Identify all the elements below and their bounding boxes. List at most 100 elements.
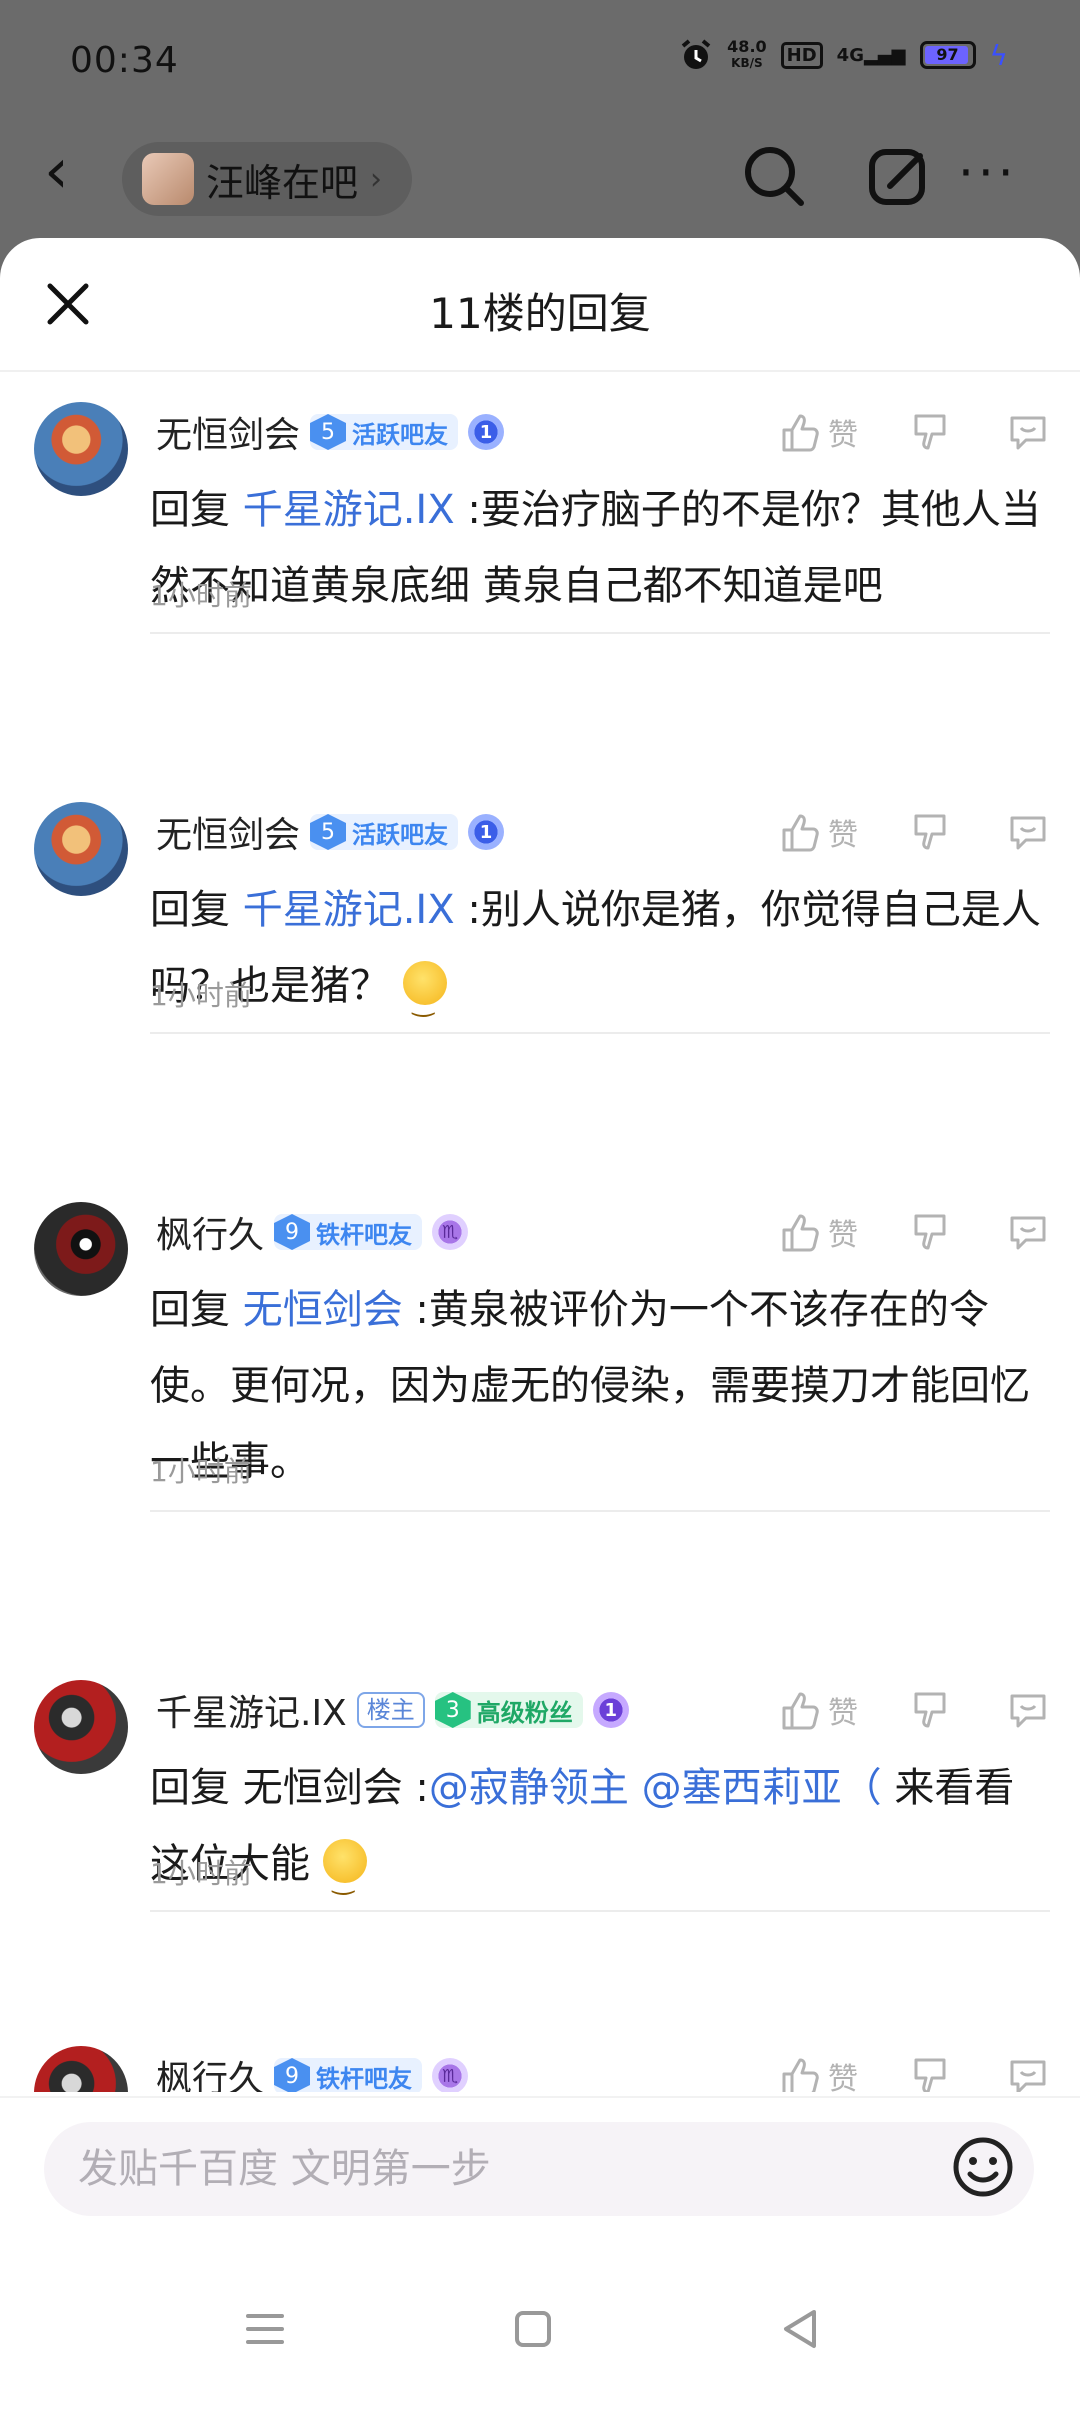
reply-to-link[interactable]: 千星游记.IX: [243, 887, 455, 933]
forum-name: 汪峰在吧: [206, 160, 359, 205]
reply-body: 回复 千星游记.IX :要治疗脑子的不是你？其他人当然不知道黄泉底细 黄泉自己都…: [150, 487, 1041, 609]
username[interactable]: 枫行久: [156, 2050, 264, 2092]
back-icon[interactable]: ‹: [44, 140, 69, 202]
forum-name-pill[interactable]: 汪峰在吧 ›: [122, 142, 413, 216]
status-icons: 48.0 KB/S HD 4G▂▄▆ 97 ϟ: [679, 38, 1008, 72]
reply-body: 回复 无恒剑会 :黄泉被评价为一个不该存在的令使。更何况，因为虚无的侵染，需要摸…: [150, 1287, 1030, 1485]
timestamp: 1小时前: [150, 1857, 252, 1890]
mention-link[interactable]: @寂静领主: [429, 1765, 629, 1811]
like-button[interactable]: 赞: [778, 410, 858, 454]
username[interactable]: 千星游记.IX: [156, 1684, 347, 1736]
list-item: 枫行久 9 铁杆吧友 ♏ 赞: [0, 2046, 1080, 2092]
status-time: 00:34: [70, 40, 179, 81]
charging-icon: ϟ: [989, 38, 1008, 72]
reply-to-link[interactable]: 千星游记.IX: [243, 487, 455, 533]
status-bar: 00:34 48.0 KB/S HD 4G▂▄▆ 97 ϟ: [0, 0, 1080, 120]
smile-emoji-icon: [322, 1839, 367, 1919]
username[interactable]: 枫行久: [156, 1206, 264, 1258]
timestamp: 1小时前: [150, 1455, 252, 1488]
reply-body: 回复 无恒剑会 :@寂静领主 @塞西莉亚（ 来看看这位大能: [150, 1750, 1050, 1919]
timestamp: 1小时前: [150, 579, 252, 612]
like-button[interactable]: 赞: [778, 810, 858, 854]
more-icon[interactable]: ···: [958, 148, 1018, 198]
thumb-up-icon: [782, 414, 819, 452]
mention-link[interactable]: @塞西莉亚（: [642, 1765, 882, 1811]
dislike-button[interactable]: [910, 2054, 954, 2092]
level-badge: 5 活跃吧友: [310, 414, 459, 450]
thumb-up-icon: [782, 1214, 819, 1252]
menu-icon[interactable]: [240, 2304, 290, 2354]
signal-icon: 4G▂▄▆: [836, 44, 906, 66]
list-item: 枫行久 9 铁杆吧友 ♏ 赞 回复 无恒剑会 :黄泉被评价为一个不该存在的令使。更…: [0, 1172, 1080, 1650]
composer-bar: 发贴千百度 文明第一步: [0, 2096, 1080, 2412]
alarm-icon: [681, 39, 711, 69]
avatar[interactable]: [34, 1680, 128, 1774]
comment-button[interactable]: [1006, 2054, 1050, 2092]
comment-icon: [1010, 816, 1046, 850]
home-icon[interactable]: [508, 2304, 558, 2354]
list-item: 无恒剑会 5 活跃吧友 1 赞 回复 千星游记.IX :要治疗脑子的不是你？其他人…: [0, 372, 1080, 772]
like-button[interactable]: 赞: [778, 1210, 858, 1254]
edit-icon[interactable]: [864, 142, 934, 212]
thumb-down-icon: [914, 1214, 946, 1250]
reply-input[interactable]: 发贴千百度 文明第一步: [44, 2122, 1034, 2216]
comment-icon: [1010, 1694, 1046, 1728]
divider: [150, 1910, 1050, 1912]
comment-button[interactable]: [1006, 1688, 1050, 1732]
replies-sheet: 11楼的回复 无恒剑会 5 活跃吧友 1 赞 回复 千星游记.IX :要治疗脑子的…: [0, 238, 1080, 2412]
thumb-up-icon: [782, 814, 819, 852]
thumb-down-icon: [914, 2058, 946, 2092]
username[interactable]: 无恒剑会: [156, 406, 300, 458]
medal-icon: 1: [468, 814, 505, 850]
comment-button[interactable]: [1006, 810, 1050, 854]
comment-icon: [1010, 1216, 1046, 1250]
comment-button[interactable]: [1006, 410, 1050, 454]
dislike-button[interactable]: [910, 810, 954, 854]
username[interactable]: 无恒剑会: [156, 806, 300, 858]
dislike-button[interactable]: [910, 410, 954, 454]
avatar[interactable]: [34, 402, 128, 496]
level-badge: 3 高级粉丝: [434, 1692, 583, 1728]
owner-tag: 楼主: [356, 1692, 425, 1728]
like-button[interactable]: 赞: [778, 1688, 858, 1732]
dislike-button[interactable]: [910, 1688, 954, 1732]
avatar[interactable]: [34, 802, 128, 896]
level-badge: 9 铁杆吧友: [274, 2058, 423, 2092]
divider: [150, 632, 1050, 634]
list-item: 无恒剑会 5 活跃吧友 1 赞 回复 千星游记.IX :别人说你是猪，你觉得自己是…: [0, 772, 1080, 1172]
chevron-right-icon: ›: [370, 161, 383, 197]
thumb-up-icon: [782, 1692, 819, 1730]
divider: [150, 1032, 1050, 1034]
smile-emoji-icon: [402, 961, 447, 1041]
sheet-header: 11楼的回复: [0, 238, 1080, 372]
reply-body: 回复 千星游记.IX :别人说你是猪，你觉得自己是人吗？也是猪？: [150, 872, 1050, 1041]
dislike-button[interactable]: [910, 1210, 954, 1254]
medal-icon: 1: [592, 1692, 629, 1728]
thumb-up-icon: [782, 2058, 819, 2092]
forum-top-nav: ‹ 汪峰在吧 › ···: [0, 130, 1080, 230]
scorpio-medal-icon: ♏: [432, 2058, 469, 2092]
reply-to-link[interactable]: 无恒剑会: [243, 1287, 403, 1333]
level-badge: 5 活跃吧友: [310, 814, 459, 850]
net-speed: 48.0 KB/S: [727, 37, 767, 71]
reply-list[interactable]: 无恒剑会 5 活跃吧友 1 赞 回复 千星游记.IX :要治疗脑子的不是你？其他人…: [0, 372, 1080, 2092]
search-icon[interactable]: [740, 142, 810, 212]
thumb-down-icon: [914, 814, 946, 850]
back-triangle-icon[interactable]: [776, 2304, 826, 2354]
sheet-title: 11楼的回复: [429, 289, 651, 338]
comment-icon: [1010, 416, 1046, 450]
thumb-down-icon: [914, 1692, 946, 1728]
comment-button[interactable]: [1006, 1210, 1050, 1254]
forum-avatar: [142, 153, 194, 205]
thumb-down-icon: [914, 414, 946, 450]
divider: [150, 1510, 1050, 1512]
timestamp: 1小时前: [150, 979, 252, 1012]
avatar[interactable]: [34, 2046, 128, 2092]
scorpio-medal-icon: ♏: [432, 1214, 469, 1250]
emoji-icon[interactable]: [950, 2134, 1016, 2200]
avatar[interactable]: [34, 1202, 128, 1296]
like-button[interactable]: 赞: [778, 2054, 858, 2092]
system-nav-bar: [0, 2264, 1080, 2394]
comment-icon: [1010, 2060, 1046, 2092]
battery-icon: 97: [919, 41, 976, 69]
